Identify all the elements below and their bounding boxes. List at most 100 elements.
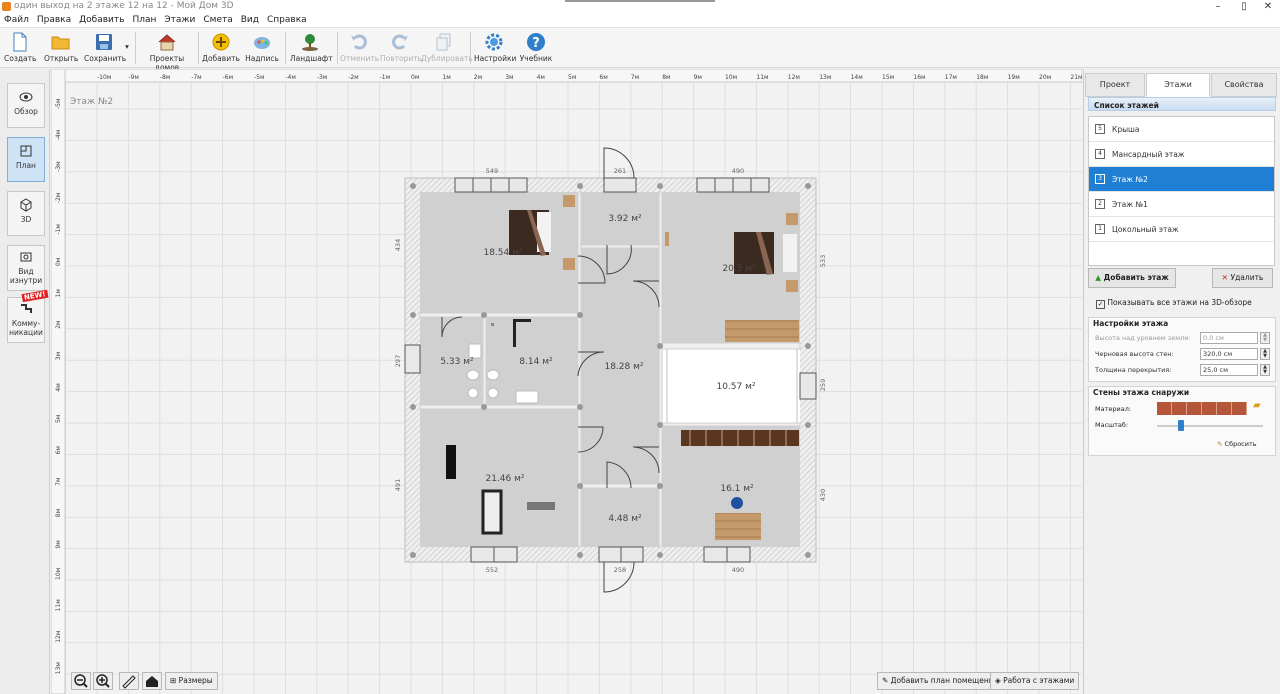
spinner-icon[interactable]: ▲ ▼ [1260, 348, 1270, 360]
menu-plan[interactable]: План [128, 14, 160, 26]
ruler-tool-button[interactable] [119, 672, 139, 690]
ruler-tick-label: 18м [976, 74, 988, 81]
ruler-tick-label: 6м [55, 446, 62, 454]
ruler-tick-label: 5м [568, 74, 576, 81]
floor-item-basement[interactable]: 1 Цокольный этаж [1089, 217, 1274, 242]
gear-icon [485, 33, 503, 51]
home-view-button[interactable] [142, 672, 162, 690]
room-area: 16.1 м² [720, 484, 754, 494]
dimension-label: 430 [819, 489, 827, 501]
reset-button[interactable]: ✎ Сбросить [1217, 440, 1257, 448]
floor-item-floor-2[interactable]: 3 Этаж №2 [1089, 167, 1274, 192]
menu-file[interactable]: Файл [0, 14, 33, 26]
view-communications-button[interactable]: NEW! Комму- никации [7, 289, 49, 343]
title-accent [565, 0, 715, 2]
floor-item-roof[interactable]: 5 Крыша [1089, 117, 1274, 142]
camera-icon [20, 252, 32, 262]
new-document-icon [13, 32, 27, 52]
floor-item-floor-1[interactable]: 2 Этаж №1 [1089, 192, 1274, 217]
dimension-label: 297 [394, 355, 402, 367]
add-floor-button[interactable]: ▲ Добавить этаж [1088, 268, 1176, 288]
slab-thickness-input[interactable]: 25,0 см [1200, 364, 1258, 376]
redo-button[interactable]: Повторить [380, 30, 422, 66]
checkbox-icon: ✓ [1096, 300, 1105, 309]
folder-icon[interactable]: ▰ [1253, 400, 1261, 411]
menu-edit[interactable]: Правка [33, 14, 75, 26]
show-all-floors-checkbox[interactable]: ✓ Показывать все этажи на 3D-обзоре [1096, 298, 1252, 309]
menu-estimate[interactable]: Смета [199, 14, 236, 26]
label-button[interactable]: Надпись [244, 30, 280, 66]
scale-label: Масштаб: [1095, 421, 1129, 429]
ruler-tick-label: 6м [599, 74, 607, 81]
delete-floor-button[interactable]: ✕ Удалить [1212, 268, 1273, 288]
ruler-tick-label: 0м [411, 74, 419, 81]
ruler-tick-label: 9м [55, 540, 62, 548]
minimize-icon[interactable]: – [1206, 0, 1230, 14]
height-above-ground-input[interactable]: 0,0 см [1200, 332, 1258, 344]
tab-project[interactable]: Проект [1085, 73, 1145, 97]
menu-add[interactable]: Добавить [75, 14, 128, 26]
menu-help[interactable]: Справка [263, 14, 311, 26]
view-3d-button[interactable]: 3D [7, 191, 45, 236]
ruler-icon [122, 675, 136, 689]
open-button[interactable]: Открыть [44, 30, 78, 66]
tab-floors[interactable]: Этажи [1146, 73, 1210, 97]
settings-button[interactable]: Настройки [474, 30, 516, 66]
add-button[interactable]: Добавить [202, 30, 240, 66]
floor-settings-title: Настройки этажа [1093, 319, 1169, 328]
plus-circle-icon [212, 33, 230, 51]
palette-icon [254, 37, 270, 49]
house-projects-button[interactable]: Проекты домов [140, 30, 194, 72]
material-swatch[interactable] [1157, 402, 1247, 415]
cube-icon [20, 198, 32, 212]
rough-wall-height-input[interactable]: 320,0 см [1200, 348, 1258, 360]
app-icon [2, 2, 11, 11]
plan-canvas[interactable]: -10м -9м -8м -7м -6м -5м -4м -3м -2м -1м 0м 1м 2м 3м 4… [51, 69, 1082, 694]
view-plan-button[interactable]: План [7, 137, 45, 182]
create-button[interactable]: Создать [4, 30, 36, 66]
add-room-plan-button[interactable]: ✎ Добавить план помещения [877, 672, 1004, 690]
landscape-button[interactable]: Ландшафт [290, 30, 333, 66]
rough-wall-height-row: Черновая высота стен: 320,0 см ▲ ▼ [1088, 347, 1276, 362]
scale-slider-thumb[interactable] [1178, 420, 1185, 431]
floor-label: Этаж №2 [70, 97, 113, 107]
ruler-tick-label: 3м [505, 74, 513, 81]
view-inside-button[interactable]: Вид изнутри [7, 245, 45, 291]
zoom-in-button[interactable] [93, 672, 113, 690]
ruler-tick-label: 2м [474, 74, 482, 81]
ruler-tick-label: 10м [55, 568, 62, 580]
dimension-label: 491 [394, 479, 402, 491]
brush-icon: ✎ [1217, 440, 1223, 448]
undo-button[interactable]: Отменить [340, 30, 379, 66]
view-overview-button[interactable]: Обзор [7, 83, 45, 128]
ruler-tick-label: -4м [55, 130, 62, 141]
tutorial-button[interactable]: ? Учебник [518, 30, 554, 66]
ruler-tick-label: 9м [694, 74, 702, 81]
help-icon: ? [527, 33, 545, 51]
ruler-tick-label: 10м [725, 74, 737, 81]
floors-work-button[interactable]: ◈ Работа с этажами [990, 672, 1080, 690]
save-button[interactable]: Сохранить [84, 30, 126, 66]
maximize-icon[interactable]: ▯ [1232, 0, 1256, 14]
pipes-icon [21, 304, 32, 313]
close-icon[interactable]: ✕ [1256, 0, 1280, 14]
sizes-button[interactable]: ⊞ Размеры [165, 672, 218, 690]
view-mode-sidebar: Обзор План 3D Вид изнутри NEW! Комму- ни… [0, 69, 50, 694]
scale-slider[interactable] [1157, 420, 1263, 431]
zoom-out-button[interactable] [71, 672, 91, 690]
menu-view[interactable]: Вид [237, 14, 263, 26]
layers-icon: ◈ [995, 676, 1004, 685]
floppy-icon [96, 34, 112, 50]
spinner-icon[interactable]: ▲ ▼ [1260, 364, 1270, 376]
tab-properties[interactable]: Свойства [1211, 73, 1277, 97]
floor-item-attic[interactable]: 4 Мансардный этаж [1089, 142, 1274, 167]
spinner-icon[interactable]: ▲ ▼ [1260, 332, 1270, 344]
duplicate-button[interactable]: Дублировать [421, 30, 473, 66]
undo-icon [351, 34, 367, 50]
dimension-label: 552 [486, 566, 498, 574]
menu-floors[interactable]: Этажи [160, 14, 199, 26]
room-area: 10.57 м² [716, 382, 755, 392]
floor-plan-svg[interactable]: -10м -9м -8м -7м -6м -5м -4м -3м -2м -1м 0м 1м 2м 3м 4… [51, 69, 1082, 694]
material-label: Материал: [1095, 405, 1132, 413]
ruler-tick-label: 13м [55, 662, 62, 674]
